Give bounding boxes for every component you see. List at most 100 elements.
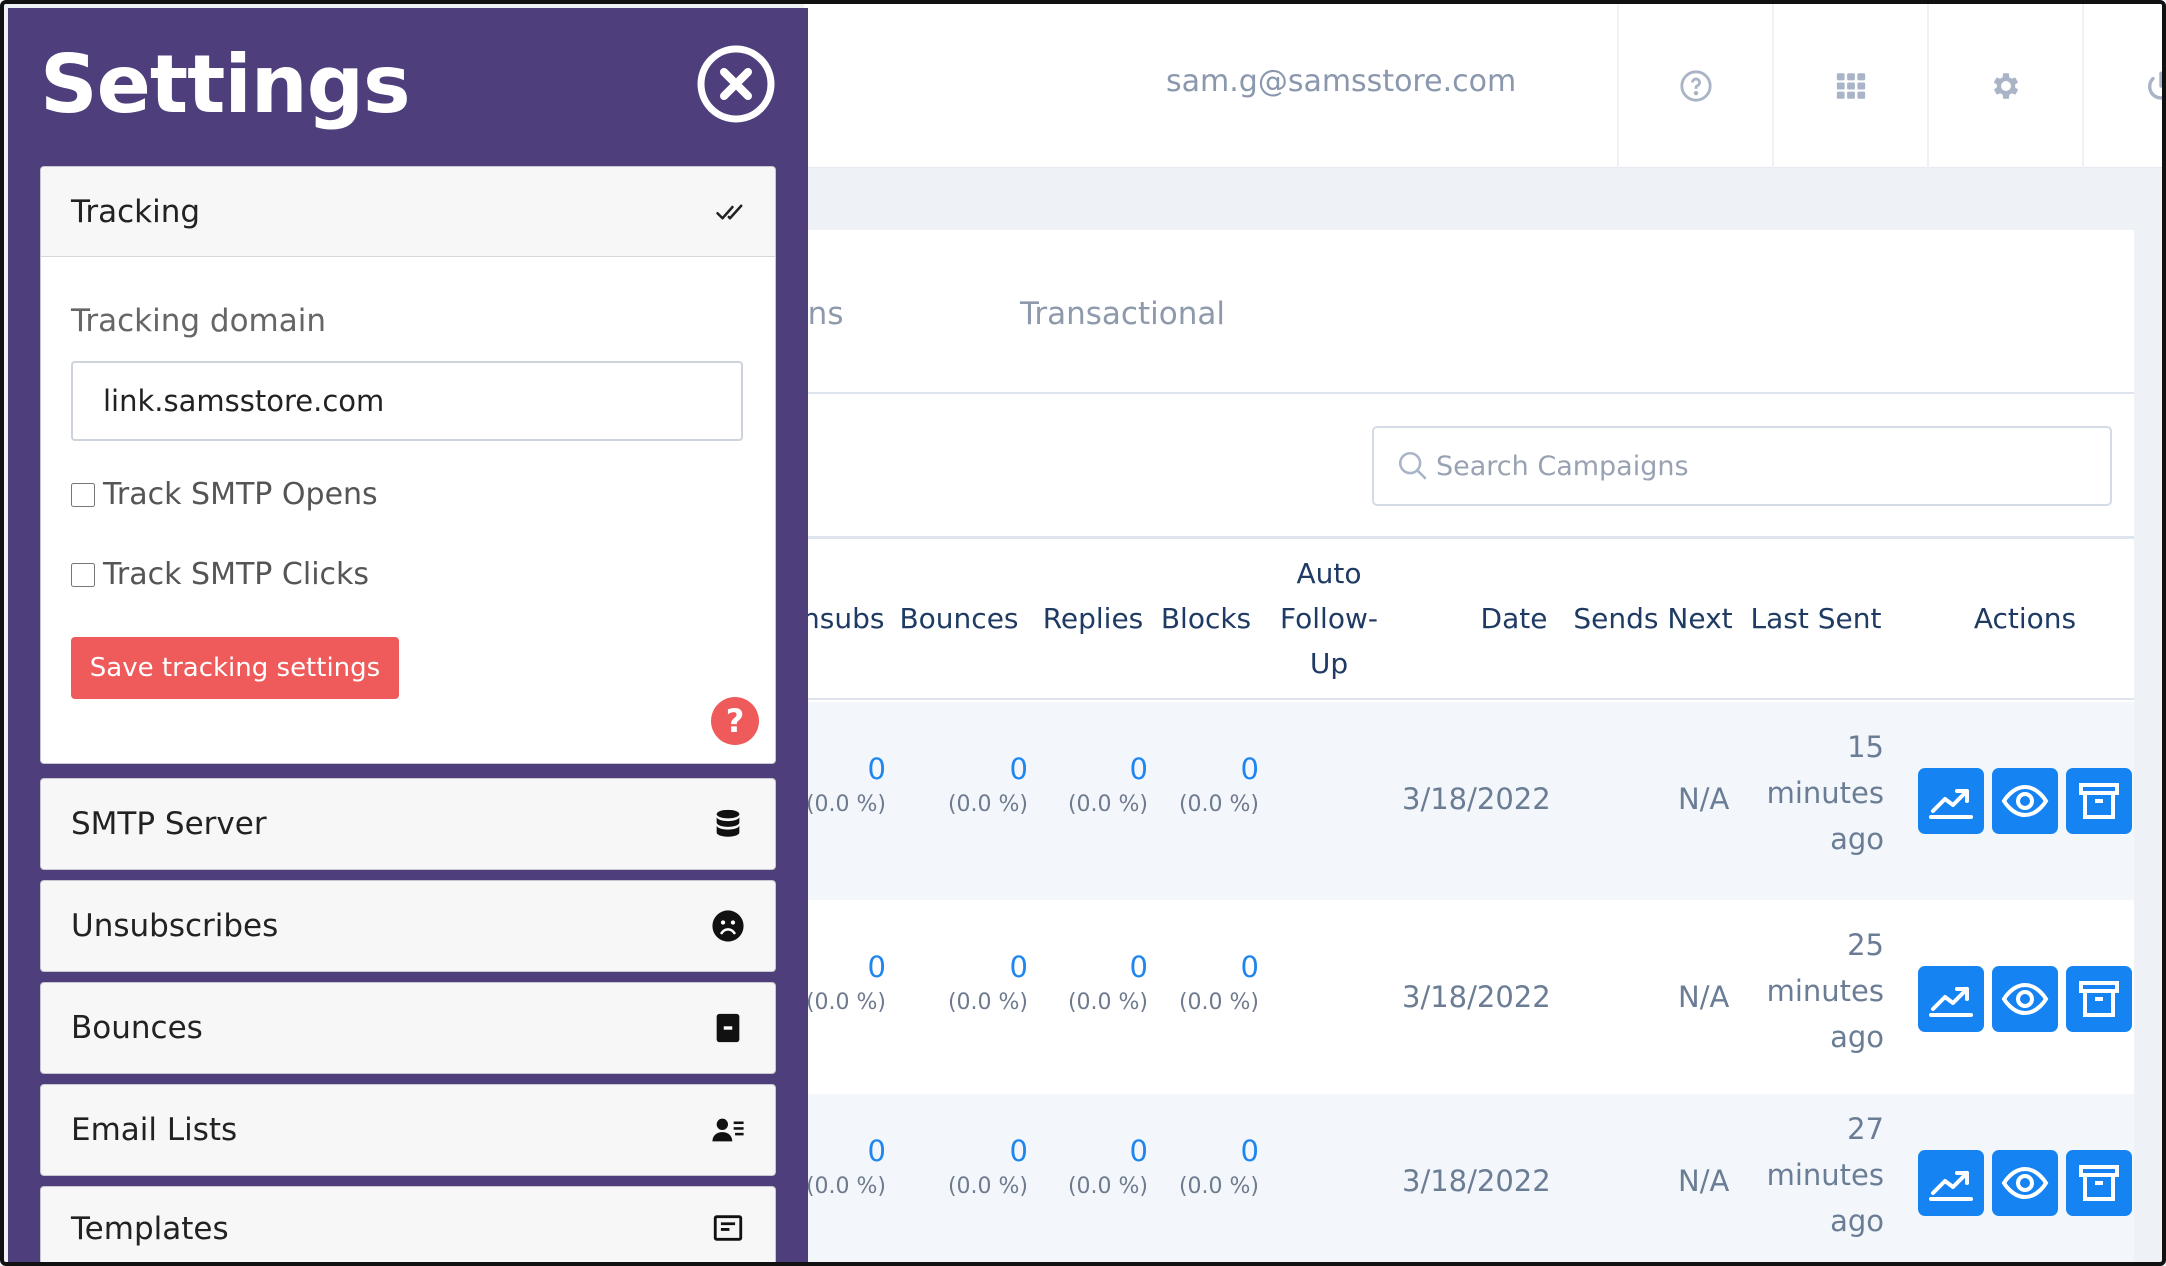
gear-icon xyxy=(1993,73,2018,99)
power-icon xyxy=(2147,71,2162,100)
last-sent-line-3: ago xyxy=(1830,822,1884,856)
last-sent-line-1: 25 xyxy=(1847,928,1884,962)
last-sent-line-2: minutes xyxy=(1766,776,1884,810)
bounces-panel[interactable]: Bounces xyxy=(40,982,776,1074)
search-input[interactable] xyxy=(1436,450,2076,482)
last-sent-line-2: minutes xyxy=(1766,974,1884,1008)
eye-icon xyxy=(2001,1166,2049,1200)
blocks-count: 0 xyxy=(1240,1134,1259,1168)
help-button[interactable] xyxy=(1617,4,1772,168)
tracking-domain-input[interactable] xyxy=(71,361,743,441)
apps-grid-icon xyxy=(1836,73,1865,99)
email-lists-label: Email Lists xyxy=(71,1112,238,1148)
top-header: sam.g@samsstore.com xyxy=(804,4,2162,168)
last-sent: 25 minutes ago xyxy=(1748,922,1884,1060)
send-date: 3/18/2022 xyxy=(1402,782,1551,816)
unsubs-count: 0 xyxy=(867,1134,886,1168)
archive-button[interactable] xyxy=(2066,768,2132,834)
app-window: sam.g@samsstore.com gns Transactional Un… xyxy=(0,0,2166,1266)
replies-percent: (0.0 %) xyxy=(1067,990,1148,1015)
smtp-server-panel[interactable]: SMTP Server xyxy=(40,778,776,870)
stats-button[interactable] xyxy=(1918,966,1984,1032)
save-tracking-button[interactable]: Save tracking settings xyxy=(71,637,399,699)
bounces-count: 0 xyxy=(1009,1134,1028,1168)
stats-chart-icon xyxy=(1929,987,1973,1017)
last-sent-line-3: ago xyxy=(1830,1020,1884,1054)
last-sent: 27 minutes ago xyxy=(1748,1106,1884,1244)
settings-title: Settings xyxy=(40,38,411,131)
archive-button[interactable] xyxy=(2066,1150,2132,1216)
tracking-panel-header[interactable]: Tracking xyxy=(41,167,775,257)
close-circle-icon xyxy=(697,45,775,123)
bounces-count: 0 xyxy=(1009,752,1028,786)
bounces-percent: (0.0 %) xyxy=(947,792,1028,817)
archive-button[interactable] xyxy=(2066,966,2132,1032)
last-sent-line-1: 27 xyxy=(1847,1112,1884,1146)
blocks-percent: (0.0 %) xyxy=(1178,792,1259,817)
stats-button[interactable] xyxy=(1918,1150,1984,1216)
col-sends-next[interactable]: Sends Next xyxy=(1570,596,1736,641)
templates-panel[interactable]: Templates xyxy=(40,1186,776,1262)
tracking-panel: Tracking Tracking domain Track SMTP Open… xyxy=(40,166,776,764)
track-opens-label: Track SMTP Opens xyxy=(103,477,378,512)
send-date: 3/18/2022 xyxy=(1402,980,1551,1014)
sends-next: N/A xyxy=(1678,980,1730,1014)
col-replies[interactable]: Replies xyxy=(1038,596,1148,641)
track-clicks-checkbox[interactable] xyxy=(71,562,95,587)
col-auto-line-2: Follow- xyxy=(1280,602,1378,635)
tab-transactional[interactable]: Transactional xyxy=(1020,296,1225,332)
stats-chart-icon xyxy=(1929,1171,1973,1201)
blocks-percent: (0.0 %) xyxy=(1178,990,1259,1015)
table-row[interactable]: 0 (0.0 %) 0 (0.0 %) 0 (0.0 %) 0 (0.0 %) … xyxy=(804,1094,2134,1262)
bounces-count: 0 xyxy=(1009,950,1028,984)
user-email[interactable]: sam.g@samsstore.com xyxy=(1166,64,1516,99)
settings-button[interactable] xyxy=(1927,4,2082,168)
track-clicks-option[interactable]: Track SMTP Clicks xyxy=(71,557,369,592)
col-bounces[interactable]: Bounces xyxy=(894,596,1024,641)
col-date[interactable]: Date xyxy=(1474,596,1554,641)
apps-button[interactable] xyxy=(1772,4,1927,168)
help-icon xyxy=(1679,70,1712,102)
bounces-percent: (0.0 %) xyxy=(947,990,1028,1015)
templates-label: Templates xyxy=(71,1211,229,1247)
table-row[interactable]: 0 (0.0 %) 0 (0.0 %) 0 (0.0 %) 0 (0.0 %) … xyxy=(804,702,2134,900)
send-date: 3/18/2022 xyxy=(1402,1164,1551,1198)
view-button[interactable] xyxy=(1992,966,2058,1032)
col-actions: Actions xyxy=(1973,602,2077,635)
last-sent-line-3: ago xyxy=(1830,1204,1884,1238)
logout-button[interactable] xyxy=(2082,4,2162,168)
search-box xyxy=(1372,426,2112,506)
email-lists-panel[interactable]: Email Lists xyxy=(40,1084,776,1176)
help-button[interactable]: ? xyxy=(711,697,759,745)
track-opens-checkbox[interactable] xyxy=(71,482,95,507)
close-settings-button[interactable] xyxy=(696,44,776,124)
view-button[interactable] xyxy=(1992,1150,2058,1216)
unsubs-count: 0 xyxy=(867,950,886,984)
campaigns-card: gns Transactional Unsubs Bounces Replies… xyxy=(782,230,2134,1262)
col-auto-follow-up[interactable]: Auto Follow- Up xyxy=(1266,551,1392,686)
last-sent-line-2: minutes xyxy=(1766,1158,1884,1192)
col-auto-line-3: Up xyxy=(1309,647,1349,680)
col-last-sent[interactable]: Last Sent xyxy=(1748,596,1884,641)
blocks-count: 0 xyxy=(1240,950,1259,984)
col-blocks[interactable]: Blocks xyxy=(1156,596,1256,641)
last-sent: 15 minutes ago xyxy=(1748,724,1884,862)
view-button[interactable] xyxy=(1992,768,2058,834)
blocks-count: 0 xyxy=(1240,752,1259,786)
col-auto-line-1: Auto xyxy=(1296,557,1362,590)
smtp-server-label: SMTP Server xyxy=(71,806,267,842)
stats-button[interactable] xyxy=(1918,768,1984,834)
search-icon xyxy=(1398,451,1427,480)
template-icon xyxy=(713,1215,743,1241)
track-opens-option[interactable]: Track SMTP Opens xyxy=(71,477,378,512)
sends-next: N/A xyxy=(1678,782,1730,816)
unsubscribes-label: Unsubscribes xyxy=(71,908,279,944)
contact-list-icon xyxy=(712,1118,744,1142)
replies-count: 0 xyxy=(1129,752,1148,786)
unsubscribes-panel[interactable]: Unsubscribes xyxy=(40,880,776,972)
sad-face-icon xyxy=(712,910,744,942)
table-row[interactable]: 0 (0.0 %) 0 (0.0 %) 0 (0.0 %) 0 (0.0 %) … xyxy=(804,900,2134,1098)
table-header: Unsubs Bounces Replies Blocks Auto Follo… xyxy=(782,536,2134,700)
replies-percent: (0.0 %) xyxy=(1067,1174,1148,1199)
archive-icon xyxy=(2079,1165,2119,1201)
